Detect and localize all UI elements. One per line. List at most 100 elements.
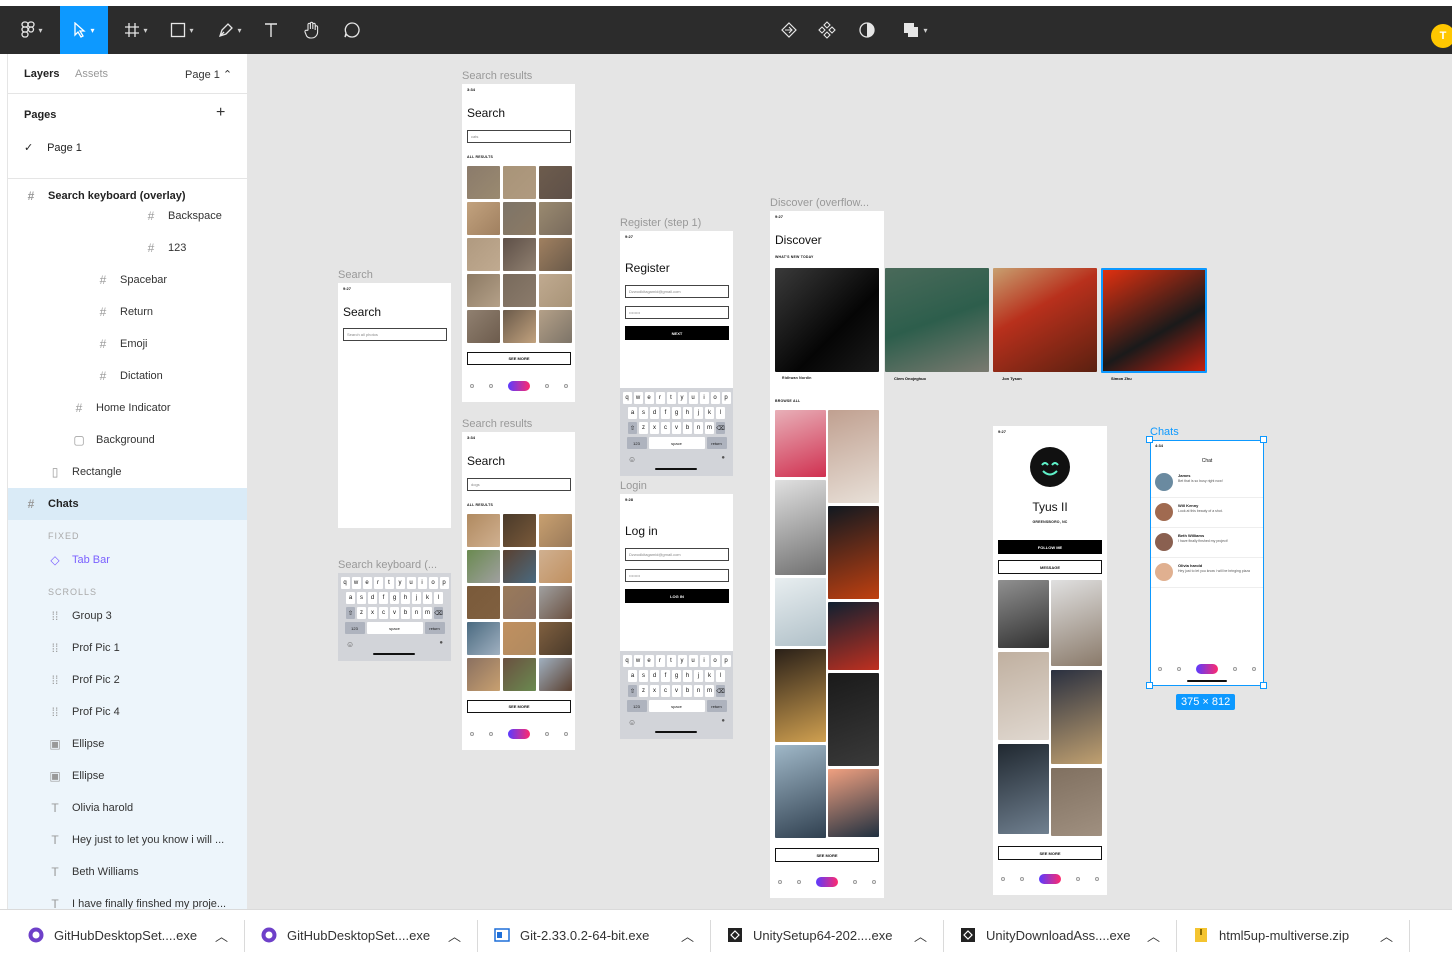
- components-button[interactable]: [814, 6, 840, 54]
- page-list-item[interactable]: ✓ Page 1: [24, 141, 82, 154]
- layer-item[interactable]: # Spacebar: [8, 264, 247, 296]
- resize-handle-br[interactable]: [1260, 682, 1267, 689]
- layer-item[interactable]: # Chats: [8, 488, 247, 520]
- mask-button[interactable]: [854, 6, 880, 54]
- layer-item[interactable]: ⁞⁞ Prof Pic 1: [8, 632, 247, 664]
- result-photo: [467, 202, 500, 235]
- keyboard-key: s: [357, 592, 366, 604]
- download-item[interactable]: Git-2.33.0.2-64-bit.exe: [494, 910, 649, 959]
- pen-tool-button[interactable]: ▾: [212, 6, 248, 54]
- keyboard-key: g: [672, 407, 681, 419]
- layer-type-icon: #: [99, 337, 107, 351]
- move-tool-button[interactable]: ▾: [60, 6, 108, 54]
- tab-assets[interactable]: Assets: [75, 68, 108, 80]
- frame-login[interactable]: 9:28 Log in Dzwodkitagamid@gmail.com •••…: [620, 494, 733, 739]
- layer-item[interactable]: # Return: [8, 296, 247, 328]
- result-photo: [539, 622, 572, 655]
- layer-item[interactable]: ⁞⁞ Prof Pic 4: [8, 696, 247, 728]
- frame-label-search-results[interactable]: Search results: [462, 70, 532, 82]
- layer-item[interactable]: T I have finally finshed my proje...: [8, 888, 247, 909]
- figma-menu-button[interactable]: ▾: [12, 6, 52, 54]
- hand-tool-button[interactable]: [298, 6, 326, 54]
- boolean-ops-button[interactable]: ▾: [894, 6, 936, 54]
- layer-type-icon: ⁞⁞: [51, 609, 59, 623]
- frame-label-chats[interactable]: Chats: [1150, 426, 1179, 438]
- layer-item[interactable]: ▯ Rectangle: [8, 456, 247, 488]
- comment-tool-button[interactable]: [338, 6, 366, 54]
- frame-register[interactable]: 9:27 Register Dzwodkitagamid@gmail.com •…: [620, 231, 733, 476]
- login-button: LOG IN: [625, 589, 729, 603]
- download-item[interactable]: html5up-multiverse.zip: [1193, 910, 1349, 959]
- chevron-up-icon[interactable]: ︿: [914, 910, 927, 959]
- tab-chat-icon: [853, 880, 858, 884]
- layer-item[interactable]: T Beth Williams: [8, 856, 247, 888]
- resize-handle-tr[interactable]: [1260, 436, 1267, 443]
- frame-label-register[interactable]: Register (step 1): [620, 217, 701, 229]
- frame-discover[interactable]: 9:27 Discover WHAT'S NEW TODAY Ridhwan N…: [770, 211, 884, 898]
- chevron-up-icon[interactable]: ︿: [681, 910, 694, 959]
- layer-item[interactable]: ◇ Tab Bar: [8, 544, 247, 576]
- layer-item[interactable]: # Home Indicator: [8, 392, 247, 424]
- chevron-up-icon[interactable]: ︿: [1380, 910, 1393, 959]
- keyboard-key: q: [340, 577, 350, 589]
- download-item[interactable]: UnitySetup64-202....exe: [727, 910, 892, 959]
- keyboard-key: i: [699, 655, 709, 667]
- layer-item[interactable]: # Emoji: [8, 328, 247, 360]
- github-icon: [261, 927, 277, 943]
- result-photo: [539, 274, 572, 307]
- layer-item[interactable]: ⁞⁞ Group 3: [8, 600, 247, 632]
- layer-item[interactable]: # Backspace: [8, 200, 247, 232]
- frame-label-search[interactable]: Search: [338, 269, 373, 281]
- chevron-up-icon[interactable]: ︿: [448, 910, 461, 959]
- page-selector[interactable]: Page 1 ⌃: [185, 68, 232, 81]
- frame-title: Search: [343, 305, 382, 319]
- layer-item[interactable]: #123: [8, 232, 247, 264]
- shape-tool-button[interactable]: ▾: [164, 6, 200, 54]
- emoji-icon: ☺: [346, 640, 355, 649]
- design-canvas[interactable]: Search 9:27 Search Search all photos Sea…: [249, 54, 1452, 909]
- resize-handle-tl[interactable]: [1146, 436, 1153, 443]
- frame-label-login[interactable]: Login: [620, 480, 647, 492]
- dimension-badge: 375 × 812: [1176, 694, 1236, 710]
- download-item[interactable]: UnityDownloadAss....exe: [960, 910, 1131, 959]
- download-item[interactable]: GitHubDesktopSet....exe: [261, 910, 430, 959]
- frame-tool-button[interactable]: ▾: [118, 6, 154, 54]
- layer-type-icon: T: [51, 833, 59, 847]
- layer-item[interactable]: T Hey just to let you know i will ...: [8, 824, 247, 856]
- section-label: ALL RESULTS: [467, 155, 493, 159]
- frame-label-search-results[interactable]: Search results: [462, 418, 532, 430]
- add-page-button[interactable]: +: [216, 104, 225, 122]
- user-avatar[interactable]: T: [1431, 24, 1452, 48]
- tab-layers[interactable]: Layers: [24, 68, 59, 80]
- frame-search-results-cats[interactable]: 3:34 Search cats ALL RESULTS SEE MORE: [462, 84, 575, 402]
- layer-label: I have finally finshed my proje...: [72, 898, 227, 909]
- overflow-photo[interactable]: [993, 268, 1097, 372]
- frame-label-discover[interactable]: Discover (overflow...: [770, 197, 869, 209]
- layer-item[interactable]: ▢ Background: [8, 424, 247, 456]
- keyboard-key: v: [672, 422, 681, 434]
- layer-item[interactable]: # Dictation: [8, 360, 247, 392]
- layer-type-icon: ⁞⁞: [51, 641, 59, 655]
- resize-handle-bl[interactable]: [1146, 682, 1153, 689]
- result-photo: [539, 310, 572, 343]
- overflow-photo-selected[interactable]: [1101, 268, 1207, 373]
- overflow-photo[interactable]: [885, 268, 989, 372]
- frame-search[interactable]: 9:27 Search Search all photos: [338, 283, 451, 528]
- layer-item[interactable]: T Olivia harold: [8, 792, 247, 824]
- chevron-up-icon[interactable]: ︿: [215, 910, 228, 959]
- text-tool-button[interactable]: [258, 6, 284, 54]
- chevron-up-icon[interactable]: ︿: [1147, 910, 1160, 959]
- layer-item[interactable]: ▣ Ellipse: [8, 728, 247, 760]
- result-photo: [467, 274, 500, 307]
- frame-search-keyboard[interactable]: q w e r t y u i o p a s d f g h j k l ⇧ z x c v b n m ⌫ 123 space retu…: [338, 573, 451, 661]
- layer-item[interactable]: ⁞⁞ Prof Pic 2: [8, 664, 247, 696]
- frame-label-search-keyboard[interactable]: Search keyboard (...: [338, 559, 437, 571]
- backspace-key-icon: ⌫: [716, 422, 725, 434]
- download-item[interactable]: GitHubDesktopSet....exe: [28, 910, 197, 959]
- keyboard-key: i: [417, 577, 427, 589]
- author-name: Clem Onojeghuo: [894, 376, 926, 381]
- layer-item[interactable]: ▣ Ellipse: [8, 760, 247, 792]
- frame-search-results-dogs[interactable]: 3:34 Search dogs ALL RESULTS SEE MORE: [462, 432, 575, 750]
- frame-profile[interactable]: 9:27 Tyus II GREENSBORO, NC FOLLOW ME ME…: [993, 426, 1107, 895]
- reset-instance-button[interactable]: [776, 6, 802, 54]
